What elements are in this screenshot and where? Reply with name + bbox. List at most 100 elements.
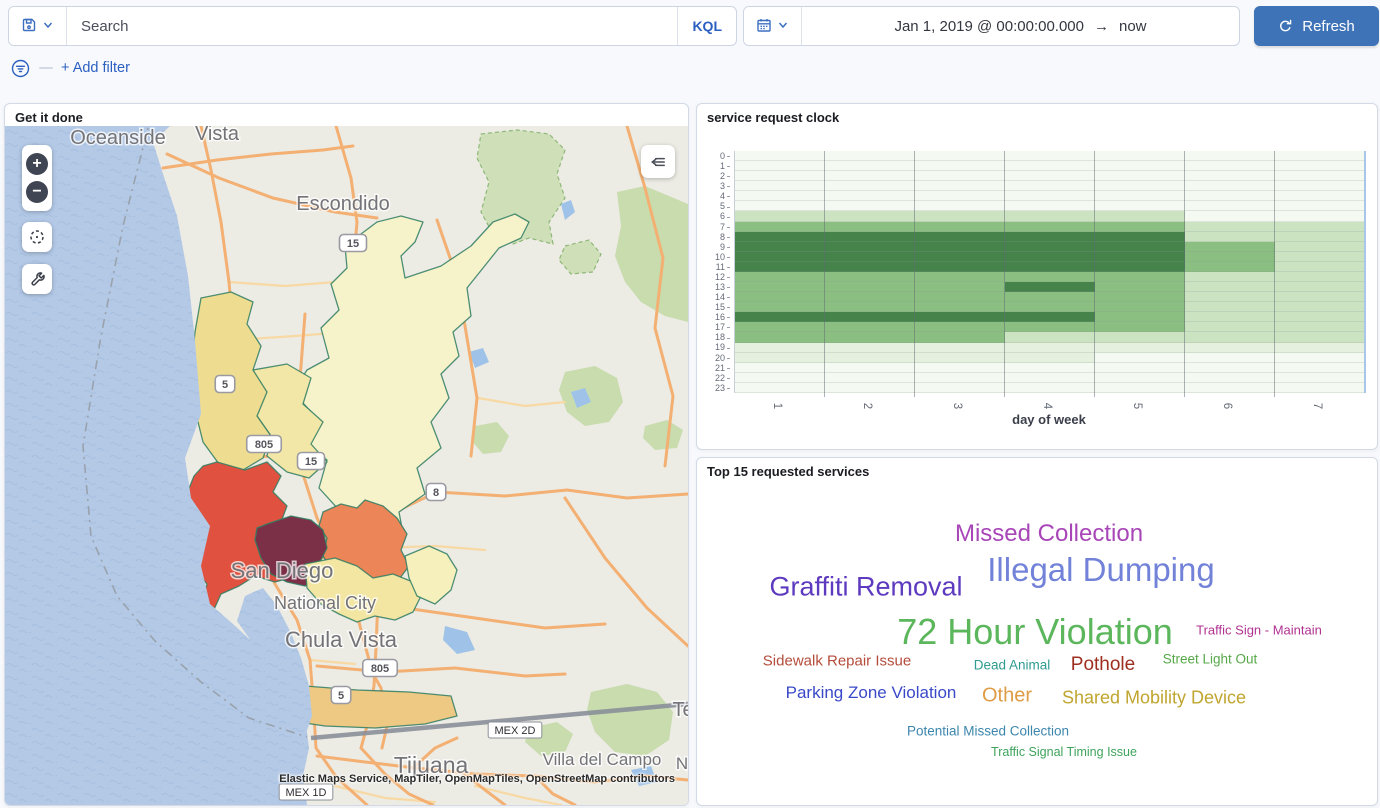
date-start[interactable]: Jan 1, 2019 @ 00:00:00.000 bbox=[894, 18, 1084, 35]
heatmap-cell[interactable] bbox=[825, 151, 915, 161]
heatmap-cell[interactable] bbox=[825, 232, 915, 242]
heatmap-cell[interactable] bbox=[915, 343, 1005, 353]
heatmap-cell[interactable] bbox=[1185, 363, 1275, 373]
heatmap-cell[interactable] bbox=[915, 151, 1005, 161]
heatmap-cell[interactable] bbox=[915, 262, 1005, 272]
heatmap-cell[interactable] bbox=[825, 383, 915, 393]
heatmap-cell[interactable] bbox=[1275, 373, 1365, 383]
heatmap-cell[interactable] bbox=[1095, 292, 1185, 302]
tag-cloud-item[interactable]: Pothole bbox=[1071, 654, 1135, 676]
heatmap-cell[interactable] bbox=[825, 272, 915, 282]
heatmap-cell[interactable] bbox=[1275, 343, 1365, 353]
heatmap-cell[interactable] bbox=[735, 151, 825, 161]
fit-bounds-button[interactable] bbox=[22, 222, 52, 252]
heatmap-cell[interactable] bbox=[1185, 302, 1275, 312]
heatmap-cell[interactable] bbox=[1005, 161, 1095, 171]
heatmap-cell[interactable] bbox=[915, 222, 1005, 232]
saved-query-button[interactable] bbox=[9, 7, 67, 45]
heatmap-cell[interactable] bbox=[1275, 232, 1365, 242]
heatmap-cell[interactable] bbox=[735, 161, 825, 171]
heatmap-cell[interactable] bbox=[825, 171, 915, 181]
heatmap-cell[interactable] bbox=[1185, 383, 1275, 393]
kql-button[interactable]: KQL bbox=[677, 7, 736, 45]
heatmap-cell[interactable] bbox=[1185, 272, 1275, 282]
heatmap-cell[interactable] bbox=[825, 292, 915, 302]
heatmap-cell[interactable] bbox=[1095, 383, 1185, 393]
heatmap-cell[interactable] bbox=[1275, 282, 1365, 292]
heatmap-cell[interactable] bbox=[1275, 272, 1365, 282]
heatmap-cell[interactable] bbox=[1005, 383, 1095, 393]
heatmap-cell[interactable] bbox=[825, 262, 915, 272]
heatmap-cell[interactable] bbox=[735, 322, 825, 332]
heatmap-cell[interactable] bbox=[825, 242, 915, 252]
heatmap-cell[interactable] bbox=[1095, 363, 1185, 373]
heatmap-cell[interactable] bbox=[1005, 262, 1095, 272]
heatmap-cell[interactable] bbox=[1185, 222, 1275, 232]
heatmap-cell[interactable] bbox=[1095, 252, 1185, 262]
heatmap-cell[interactable] bbox=[1185, 252, 1275, 262]
heatmap-cell[interactable] bbox=[735, 343, 825, 353]
heatmap-cell[interactable] bbox=[1095, 353, 1185, 363]
heatmap-cell[interactable] bbox=[735, 262, 825, 272]
date-range-display[interactable]: Jan 1, 2019 @ 00:00:00.000 → now bbox=[802, 7, 1239, 45]
heatmap-cell[interactable] bbox=[915, 161, 1005, 171]
heatmap-cell[interactable] bbox=[915, 252, 1005, 262]
heatmap-cell[interactable] bbox=[825, 252, 915, 262]
date-end[interactable]: now bbox=[1119, 18, 1147, 35]
tag-cloud-item[interactable]: Street Light Out bbox=[1163, 652, 1258, 667]
heatmap-cell[interactable] bbox=[825, 211, 915, 221]
heatmap-cell[interactable] bbox=[1275, 191, 1365, 201]
heatmap-cell[interactable] bbox=[735, 222, 825, 232]
refresh-button[interactable]: Refresh bbox=[1254, 6, 1379, 46]
heatmap-cell[interactable] bbox=[735, 171, 825, 181]
heatmap-cell[interactable] bbox=[735, 332, 825, 342]
heatmap-cell[interactable] bbox=[915, 242, 1005, 252]
zoom-out-button[interactable]: − bbox=[26, 181, 48, 203]
heatmap-cell[interactable] bbox=[915, 191, 1005, 201]
heatmap-cell[interactable] bbox=[1275, 332, 1365, 342]
heatmap-cell[interactable] bbox=[825, 191, 915, 201]
heatmap-cell[interactable] bbox=[1275, 312, 1365, 322]
heatmap-cell[interactable] bbox=[1275, 322, 1365, 332]
heatmap-cell[interactable] bbox=[1005, 373, 1095, 383]
heatmap-cell[interactable] bbox=[915, 353, 1005, 363]
heatmap-cell[interactable] bbox=[735, 373, 825, 383]
heatmap-cell[interactable] bbox=[1095, 373, 1185, 383]
heatmap-cell[interactable] bbox=[1005, 242, 1095, 252]
heatmap-cell[interactable] bbox=[1005, 302, 1095, 312]
heatmap-cell[interactable] bbox=[1005, 181, 1095, 191]
tag-cloud-item[interactable]: Illegal Dumping bbox=[987, 551, 1214, 589]
heatmap-cell[interactable] bbox=[1005, 222, 1095, 232]
heatmap-cell[interactable] bbox=[735, 211, 825, 221]
heatmap-cell[interactable] bbox=[735, 282, 825, 292]
heatmap-cell[interactable] bbox=[1095, 171, 1185, 181]
heatmap-cell[interactable] bbox=[1095, 201, 1185, 211]
heatmap-cell[interactable] bbox=[735, 232, 825, 242]
heatmap-cell[interactable] bbox=[1005, 191, 1095, 201]
tag-cloud-item[interactable]: Traffic Signal Timing Issue bbox=[991, 745, 1137, 759]
heatmap-cell[interactable] bbox=[1005, 252, 1095, 262]
zoom-in-button[interactable]: + bbox=[26, 153, 48, 175]
tag-cloud-item[interactable]: Sidewalk Repair Issue bbox=[763, 653, 911, 670]
heatmap-cell[interactable] bbox=[825, 282, 915, 292]
heatmap-cell[interactable] bbox=[1005, 332, 1095, 342]
legend-collapse-button[interactable] bbox=[641, 145, 675, 178]
tag-cloud-item[interactable]: Graffiti Removal bbox=[769, 572, 962, 603]
heatmap-cell[interactable] bbox=[1275, 222, 1365, 232]
heatmap-cell[interactable] bbox=[1095, 222, 1185, 232]
heatmap-cell[interactable] bbox=[1005, 232, 1095, 242]
heatmap-cell[interactable] bbox=[1095, 191, 1185, 201]
heatmap-cell[interactable] bbox=[1275, 181, 1365, 191]
heatmap-cell[interactable] bbox=[1005, 201, 1095, 211]
heatmap-cell[interactable] bbox=[1095, 312, 1185, 322]
heatmap-cell[interactable] bbox=[1095, 161, 1185, 171]
heatmap-cell[interactable] bbox=[1185, 282, 1275, 292]
heatmap-cell[interactable] bbox=[1095, 232, 1185, 242]
heatmap-cell[interactable] bbox=[735, 191, 825, 201]
heatmap-cell[interactable] bbox=[1185, 262, 1275, 272]
heatmap-cell[interactable] bbox=[915, 312, 1005, 322]
search-input[interactable]: Search KQL bbox=[67, 7, 736, 45]
heatmap-cell[interactable] bbox=[735, 292, 825, 302]
date-quick-select-button[interactable] bbox=[744, 7, 802, 45]
heatmap-cell[interactable] bbox=[1275, 201, 1365, 211]
